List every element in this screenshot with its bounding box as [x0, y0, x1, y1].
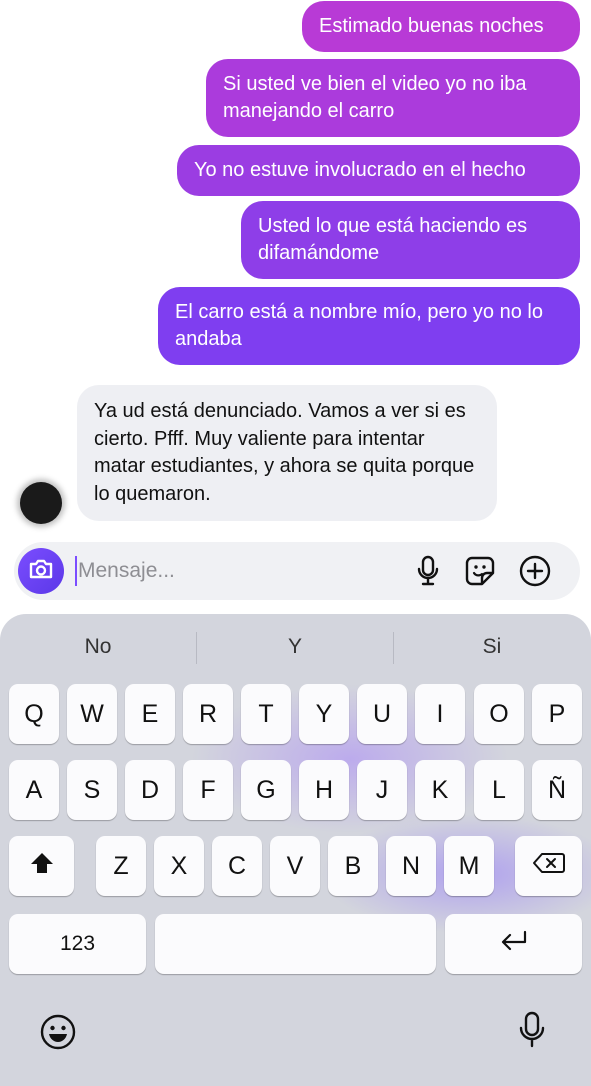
- incoming-message[interactable]: Ya ud está denunciado. Vamos a ver si es…: [77, 385, 497, 521]
- key[interactable]: T: [241, 684, 291, 744]
- outgoing-message[interactable]: Usted lo que está haciendo es difamándom…: [241, 201, 580, 279]
- key[interactable]: Y: [299, 684, 349, 744]
- key[interactable]: E: [125, 684, 175, 744]
- keyboard: No Y Si Q W E R T Y U I O P A S D F G H …: [0, 614, 591, 1086]
- key[interactable]: S: [67, 760, 117, 820]
- key[interactable]: I: [415, 684, 465, 744]
- key[interactable]: G: [241, 760, 291, 820]
- backspace-icon: [532, 851, 566, 882]
- return-key[interactable]: [445, 914, 582, 974]
- key[interactable]: M: [444, 836, 494, 896]
- backspace-key[interactable]: [515, 836, 582, 896]
- avatar[interactable]: [20, 482, 62, 524]
- key[interactable]: V: [270, 836, 320, 896]
- key[interactable]: A: [9, 760, 59, 820]
- key[interactable]: C: [212, 836, 262, 896]
- key[interactable]: O: [474, 684, 524, 744]
- suggestion-item[interactable]: No: [0, 632, 196, 662]
- shift-icon: [29, 851, 55, 882]
- return-icon: [499, 930, 529, 959]
- message-composer: [14, 542, 580, 600]
- key[interactable]: U: [357, 684, 407, 744]
- key[interactable]: F: [183, 760, 233, 820]
- suggestion-item[interactable]: Si: [394, 632, 590, 662]
- chat-thread: Estimado buenas noches Si usted ve bien …: [0, 0, 591, 536]
- suggestion-item[interactable]: Y: [197, 632, 393, 662]
- key[interactable]: J: [357, 760, 407, 820]
- key[interactable]: Ñ: [532, 760, 582, 820]
- outgoing-message[interactable]: El carro está a nombre mío, pero yo no l…: [158, 287, 580, 365]
- key[interactable]: N: [386, 836, 436, 896]
- dictation-icon[interactable]: [512, 1010, 552, 1050]
- add-icon[interactable]: [517, 553, 553, 589]
- key[interactable]: K: [415, 760, 465, 820]
- key[interactable]: W: [67, 684, 117, 744]
- sticker-icon[interactable]: [462, 553, 498, 589]
- space-key[interactable]: [155, 914, 436, 974]
- shift-key[interactable]: [9, 836, 74, 896]
- camera-button[interactable]: [18, 548, 64, 594]
- camera-icon: [28, 558, 54, 585]
- microphone-icon[interactable]: [410, 553, 446, 589]
- key[interactable]: R: [183, 684, 233, 744]
- numbers-key[interactable]: 123: [9, 914, 146, 974]
- outgoing-message[interactable]: Yo no estuve involucrado en el hecho: [177, 145, 580, 196]
- outgoing-message[interactable]: Si usted ve bien el video yo no iba mane…: [206, 59, 580, 137]
- outgoing-message[interactable]: Estimado buenas noches: [302, 1, 580, 52]
- key[interactable]: B: [328, 836, 378, 896]
- key[interactable]: Q: [9, 684, 59, 744]
- message-input[interactable]: [78, 552, 398, 590]
- key[interactable]: H: [299, 760, 349, 820]
- text-cursor: [75, 556, 77, 586]
- key[interactable]: Z: [96, 836, 146, 896]
- key[interactable]: L: [474, 760, 524, 820]
- key[interactable]: X: [154, 836, 204, 896]
- key[interactable]: D: [125, 760, 175, 820]
- key[interactable]: P: [532, 684, 582, 744]
- emoji-icon[interactable]: [38, 1012, 78, 1052]
